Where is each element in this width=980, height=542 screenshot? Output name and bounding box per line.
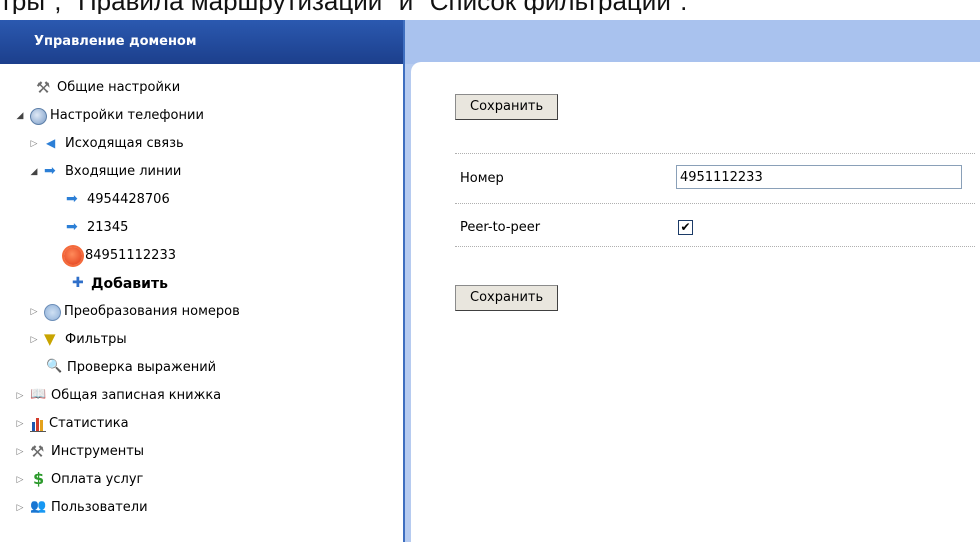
expand-arrow-open-icon[interactable]: ◢ xyxy=(28,160,40,184)
tree-item-label: 21345 xyxy=(87,220,129,235)
content-header-bar xyxy=(405,20,980,64)
expand-arrow-closed-icon[interactable]: ▷ xyxy=(14,412,26,436)
users-icon xyxy=(30,495,48,519)
tree-item-label: Общие настройки xyxy=(57,80,181,95)
arrow-right-icon xyxy=(66,215,84,239)
divider xyxy=(455,203,975,204)
sidebar: Управление доменом Общие настройки ◢ Нас… xyxy=(0,20,405,542)
phone-settings-icon xyxy=(30,107,47,125)
tree-item-label: 4954428706 xyxy=(87,192,170,207)
divider xyxy=(455,246,975,247)
tree-item-line-4954428706[interactable]: 4954428706 xyxy=(66,187,170,212)
save-button-bottom[interactable]: Сохранить xyxy=(455,285,559,311)
search-icon xyxy=(46,355,64,379)
tree-item-number-conversion[interactable]: ▷ Преобразования номеров xyxy=(28,300,240,324)
number-input[interactable] xyxy=(676,165,962,189)
number-label: Номер xyxy=(460,171,504,186)
book-icon xyxy=(30,383,48,407)
top-caption: тры", "Правила маршрутизации" и "Список … xyxy=(0,0,980,14)
expand-arrow-closed-icon[interactable]: ▷ xyxy=(28,328,40,352)
expand-arrow-closed-icon[interactable]: ▷ xyxy=(14,440,26,464)
save-button-top[interactable]: Сохранить xyxy=(455,94,559,120)
expand-arrow-closed-icon[interactable]: ▷ xyxy=(28,132,40,156)
conversion-icon xyxy=(44,303,61,321)
tree-item-label: Добавить xyxy=(91,276,168,292)
money-icon xyxy=(30,467,48,491)
sidebar-title: Управление доменом xyxy=(0,20,403,64)
tree-item-label: Преобразования номеров xyxy=(64,304,240,319)
arrow-left-icon xyxy=(44,131,62,155)
tree-item-incoming-lines[interactable]: ◢ Входящие линии xyxy=(28,159,182,184)
filter-icon xyxy=(44,327,62,351)
tree-item-label: Исходящая связь xyxy=(65,136,184,151)
red-burst-icon xyxy=(64,247,82,265)
tools-icon xyxy=(36,76,54,100)
peer-to-peer-checkbox[interactable]: ✔ xyxy=(678,220,693,235)
tree-item-label: 84951112233 xyxy=(85,248,176,263)
tree-item-label: Общая записная книжка xyxy=(51,388,222,403)
tree-item-general-settings[interactable]: Общие настройки xyxy=(20,76,180,100)
tree-item-add[interactable]: Добавить xyxy=(70,271,168,296)
statistics-icon xyxy=(30,416,46,432)
expand-arrow-closed-icon[interactable]: ▷ xyxy=(14,384,26,408)
expand-arrow-open-icon[interactable]: ◢ xyxy=(14,104,26,128)
tree-item-payment[interactable]: ▷ Оплата услуг xyxy=(14,467,144,492)
tree-item-statistics[interactable]: ▷ Статистика xyxy=(14,412,129,436)
tree-item-line-21345[interactable]: 21345 xyxy=(66,215,129,240)
tree-item-label: Инструменты xyxy=(51,444,145,459)
tree-item-tools[interactable]: ▷ Инструменты xyxy=(14,440,145,464)
tree-item-telephony-settings[interactable]: ◢ Настройки телефонии xyxy=(14,104,204,128)
tree-item-outgoing[interactable]: ▷ Исходящая связь xyxy=(28,131,184,156)
arrow-right-icon xyxy=(44,159,62,183)
tree-item-label: Оплата услуг xyxy=(51,472,144,487)
peer-to-peer-label: Peer-to-peer xyxy=(460,220,541,235)
tree-item-users[interactable]: ▷ Пользователи xyxy=(14,495,148,520)
tree-item-label: Настройки телефонии xyxy=(50,108,204,123)
tools-icon xyxy=(30,440,48,464)
plus-icon xyxy=(70,271,88,295)
tree-item-label: Пользователи xyxy=(51,500,148,515)
tree-item-line-84951112233[interactable]: 84951112233 xyxy=(64,244,176,268)
expand-arrow-closed-icon[interactable]: ▷ xyxy=(28,300,40,324)
arrow-right-icon xyxy=(66,187,84,211)
divider xyxy=(455,153,975,154)
expand-arrow-closed-icon[interactable]: ▷ xyxy=(14,468,26,492)
expand-arrow-closed-icon[interactable]: ▷ xyxy=(14,496,26,520)
tree-item-label: Фильтры xyxy=(65,332,127,347)
tree-item-label: Входящие линии xyxy=(65,164,182,179)
tree-item-filters[interactable]: ▷ Фильтры xyxy=(28,327,127,352)
tree-item-label: Статистика xyxy=(49,416,129,431)
tree-item-label: Проверка выражений xyxy=(67,360,217,375)
tree-item-address-book[interactable]: ▷ Общая записная книжка xyxy=(14,383,222,408)
tree-item-expression-check[interactable]: Проверка выражений xyxy=(46,355,217,380)
